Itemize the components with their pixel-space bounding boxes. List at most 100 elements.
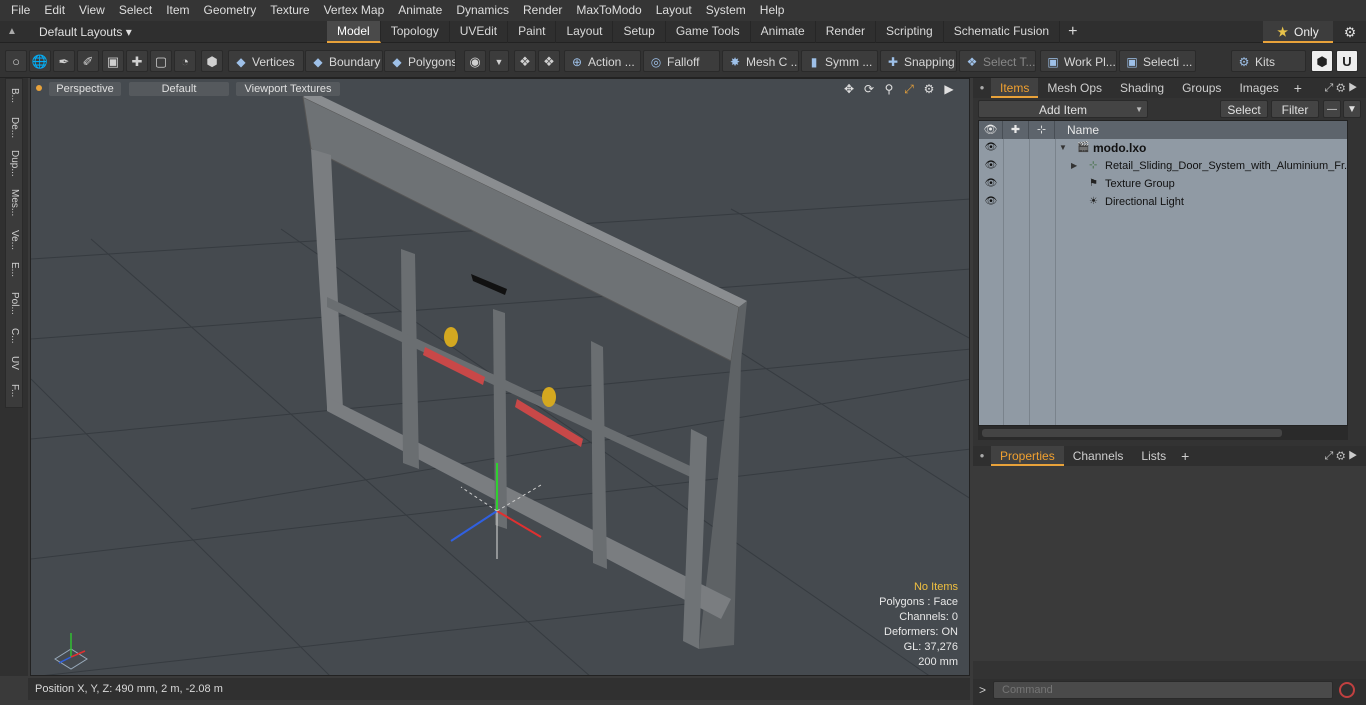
panel-options-icon[interactable]: ⤢⚙▶ [1325,78,1361,98]
expand-arrow-icon[interactable]: ▶ [1071,157,1077,175]
add-tab-icon[interactable]: + [1060,21,1085,43]
tab-scripting[interactable]: Scripting [876,21,944,43]
snapping-button[interactable]: ✚ Snapping [880,50,957,72]
filter-button[interactable]: Filter [1271,100,1319,118]
tab-schematic-fusion[interactable]: Schematic Fusion [944,21,1061,43]
vertices-button[interactable]: ◆ Vertices [228,50,304,72]
left-tab-deform[interactable]: De... [5,113,23,143]
kits-button[interactable]: ⚙ Kits [1231,50,1306,72]
menu-animate[interactable]: Animate [391,0,449,21]
visibility-eye-icon[interactable]: 👁 [982,157,1000,175]
tab-layout[interactable]: Layout [556,21,614,43]
command-input[interactable] [993,681,1333,699]
unity-icon[interactable]: ⬢ [1311,50,1333,72]
menu-view[interactable]: View [72,0,112,21]
scrollbar-thumb[interactable] [982,429,1282,437]
rotate-icon[interactable]: ◔ [174,50,196,72]
unreal-icon[interactable]: U [1336,50,1358,72]
tab-mesh-ops[interactable]: Mesh Ops [1038,78,1111,98]
left-tab-fusion[interactable]: F... [5,377,23,405]
layout-gear-icon[interactable]: ⚙ [1340,21,1360,43]
select-button[interactable]: Select [1220,100,1268,118]
funnel-icon[interactable]: ▼ [1343,100,1361,118]
menu-help[interactable]: Help [753,0,792,21]
scene-render[interactable] [31,79,970,676]
left-tab-edge[interactable]: E... [5,257,23,283]
visibility-column-icon[interactable]: 👁 [979,121,1003,139]
expand-arrow-icon[interactable]: ▼ [1059,139,1067,157]
brush-icon[interactable]: ✐ [77,50,99,72]
tab-items[interactable]: Items [991,78,1039,98]
add-panel-tab-icon[interactable]: + [1175,446,1195,466]
menu-item[interactable]: Item [159,0,196,21]
tab-topology[interactable]: Topology [381,21,450,43]
panel-options-icon[interactable]: ⤢⚙▶ [1325,446,1361,466]
symmetry-button[interactable]: ▮ Symm ... [801,50,878,72]
visibility-eye-icon[interactable]: 👁 [982,193,1000,211]
panel-dot-icon[interactable]: ● [973,446,991,466]
globe-icon[interactable]: 🌐 [29,50,51,72]
tab-channels[interactable]: Channels [1064,446,1133,466]
lock-column-icon[interactable]: ✚ [1003,121,1029,139]
left-tab-mesh-edit[interactable]: Mes... [5,183,23,223]
pan-icon[interactable]: ✥ [841,81,857,97]
viewport-arrow-icon[interactable]: ▶ [941,81,957,97]
item-list[interactable]: 👁 ✚ ⊹ Name 👁 ▼ 🎬 modo.lxo 👁 ▶ ⊹ Retail_S… [978,120,1348,426]
boundary-button[interactable]: ◆ Boundary [305,50,383,72]
viewport-gear-icon[interactable]: ⚙ [921,81,937,97]
maximize-icon[interactable]: ⤢ [901,81,917,97]
left-tab-basic[interactable]: B... [5,81,23,111]
tab-shading[interactable]: Shading [1111,78,1173,98]
shading-button[interactable]: Default [129,82,229,96]
menu-texture[interactable]: Texture [263,0,316,21]
tab-uvedit[interactable]: UVEdit [450,21,509,43]
left-tab-uv[interactable]: UV [5,351,23,375]
tab-render[interactable]: Render [816,21,877,43]
tab-images[interactable]: Images [1230,78,1287,98]
collapse-icon[interactable]: — [1323,100,1341,118]
add-panel-tab-icon[interactable]: + [1288,78,1308,98]
view-mode-button[interactable]: Perspective [49,82,121,96]
menu-geometry[interactable]: Geometry [197,0,264,21]
menu-maxtomodo[interactable]: MaxToModo [569,0,648,21]
viewport-menu-dot[interactable] [36,85,42,91]
visibility-eye-icon[interactable]: 👁 [982,175,1000,193]
menu-edit[interactable]: Edit [37,0,72,21]
tab-properties[interactable]: Properties [991,446,1064,466]
menu-system[interactable]: System [699,0,753,21]
work-plane-button[interactable]: ▣ Work Pl... [1040,50,1117,72]
menu-layout[interactable]: Layout [649,0,699,21]
left-tab-curve[interactable]: C... [5,323,23,349]
record-macro-icon[interactable] [1339,682,1355,698]
add-item-button[interactable]: Add Item ▼ [978,100,1148,118]
tab-model[interactable]: Model [327,21,381,43]
panel-dot-icon[interactable]: ● [973,78,991,98]
selection-sets-button[interactable]: ▣ Selecti ... [1119,50,1196,72]
polygons-button[interactable]: ◆ Polygons [384,50,456,72]
tree-row-directional-light[interactable]: 👁 ☀ Directional Light [979,193,1347,211]
layout-dropdown[interactable]: Default Layouts ▾ [28,21,143,43]
material-mode-icon[interactable]: ◉ [464,50,486,72]
type-column-icon[interactable]: ⊹ [1029,121,1055,139]
menu-render[interactable]: Render [516,0,569,21]
tree-row-texture-group[interactable]: 👁 ⚑ Texture Group [979,175,1347,193]
visibility-eye-icon[interactable]: 👁 [982,139,1000,157]
tab-setup[interactable]: Setup [613,21,666,43]
left-tab-duplicate[interactable]: Dup... [5,145,23,181]
snap-element-icon[interactable]: ❖ [514,50,536,72]
move-icon[interactable]: ▣ [102,50,124,72]
orbit-icon[interactable]: ⟳ [861,81,877,97]
action-center-button[interactable]: ⊕ Action ... [564,50,641,72]
viewport-textures-button[interactable]: Viewport Textures [236,82,340,96]
tab-animate[interactable]: Animate [751,21,816,43]
item-list-scrollbar[interactable] [978,426,1348,440]
falloff-button[interactable]: ◎ Falloff [643,50,720,72]
item-mode-icon[interactable]: ⬢ [201,50,223,72]
3d-viewport[interactable]: Perspective Default Viewport Textures ✥ … [30,78,970,676]
layout-up-icon[interactable]: ▲ [4,24,20,40]
mesh-constraint-button[interactable]: ✸ Mesh C ... [722,50,799,72]
select-circle-icon[interactable]: ○ [5,50,27,72]
zoom-icon[interactable]: ⚲ [881,81,897,97]
tab-groups[interactable]: Groups [1173,78,1230,98]
tree-row-scene[interactable]: 👁 ▼ 🎬 modo.lxo [979,139,1347,157]
